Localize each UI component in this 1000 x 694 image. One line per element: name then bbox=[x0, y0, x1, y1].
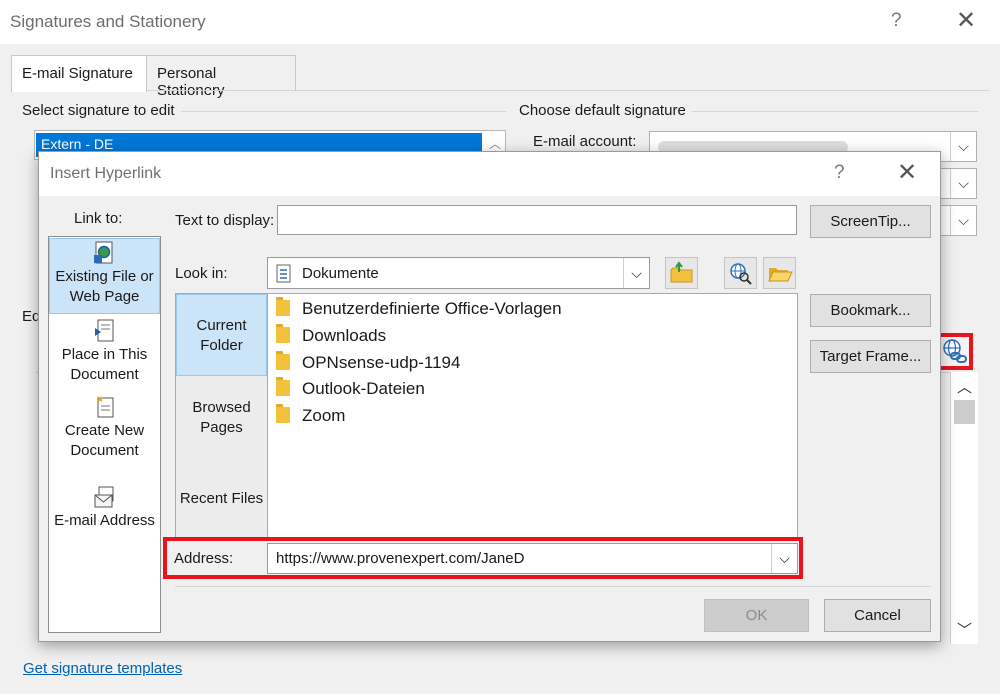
browse-side-panel: Current Folder Browsed Pages Recent File… bbox=[175, 293, 268, 540]
address-value: https://www.provenexpert.com/JaneD bbox=[276, 550, 525, 567]
chevron-down-icon[interactable]: ⌵ bbox=[771, 544, 797, 573]
file-name: Downloads bbox=[302, 326, 387, 345]
folder-icon bbox=[276, 351, 290, 370]
file-name: OPNsense-udp-1194 bbox=[302, 353, 461, 372]
link-to-create-line2: Document bbox=[70, 442, 139, 459]
dialog-help-icon[interactable]: ? bbox=[834, 162, 845, 184]
folder-up-icon bbox=[670, 261, 693, 283]
tabs-divider bbox=[11, 90, 989, 91]
screentip-button[interactable]: ScreenTip... bbox=[810, 205, 931, 238]
target-frame-button[interactable]: Target Frame... bbox=[810, 340, 931, 373]
text-to-display-label: Text to display: bbox=[175, 212, 275, 229]
dialog-close-icon[interactable]: ✕ bbox=[897, 158, 917, 187]
email-account-label: E-mail account: bbox=[533, 133, 637, 150]
look-in-label: Look in: bbox=[175, 265, 228, 282]
folder-icon bbox=[276, 324, 290, 343]
chevron-down-icon[interactable]: ⌵ bbox=[623, 258, 649, 288]
link-to-existing-line1: Existing File or bbox=[55, 268, 154, 285]
recent-files-line1: Recent Files bbox=[179, 490, 264, 507]
email-icon bbox=[94, 486, 113, 508]
cancel-button[interactable]: Cancel bbox=[824, 599, 931, 632]
current-folder-line1: Current bbox=[196, 317, 247, 334]
dialog-separator bbox=[175, 586, 931, 587]
get-signature-templates-link[interactable]: Get signature templates bbox=[23, 660, 182, 677]
select-signature-label: Select signature to edit bbox=[22, 102, 181, 119]
link-to-email-address[interactable]: E-mail Address bbox=[49, 483, 160, 543]
default-signature-label: Choose default signature bbox=[519, 102, 692, 119]
link-to-create-line1: Create New bbox=[64, 422, 145, 439]
insert-hyperlink-button[interactable] bbox=[936, 333, 973, 370]
bookmark-button[interactable]: Bookmark... bbox=[810, 294, 931, 327]
insert-hyperlink-dialog: Insert Hyperlink ? ✕ Link to: Existing F… bbox=[38, 151, 941, 642]
link-to-email-line1: E-mail Address bbox=[54, 512, 155, 529]
signatures-window-title: Signatures and Stationery bbox=[10, 12, 206, 31]
address-input[interactable]: https://www.provenexpert.com/JaneD ⌵ bbox=[267, 543, 798, 574]
scroll-up-icon[interactable]: ︿ bbox=[951, 376, 978, 397]
signatures-help-icon[interactable]: ? bbox=[891, 10, 902, 32]
document-place-icon bbox=[94, 319, 113, 342]
web-page-icon bbox=[93, 241, 112, 264]
current-folder-item[interactable]: Current Folder bbox=[176, 294, 267, 376]
dialog-titlebar: Insert Hyperlink ? ✕ bbox=[39, 152, 940, 196]
signatures-titlebar: Signatures and Stationery ? ✕ bbox=[0, 0, 1000, 44]
link-to-place-line2: Document bbox=[70, 366, 139, 383]
open-folder-icon bbox=[768, 268, 793, 282]
look-in-select[interactable]: Dokumente ⌵ bbox=[267, 257, 650, 289]
browsed-pages-line2: Pages bbox=[200, 419, 243, 436]
link-to-place-line1: Place in This bbox=[61, 346, 148, 363]
browse-file-button[interactable] bbox=[763, 257, 796, 289]
address-label: Address: bbox=[174, 550, 234, 567]
list-item[interactable]: Outlook-Dateien bbox=[276, 376, 425, 402]
new-document-icon bbox=[96, 396, 113, 418]
scroll-down-icon[interactable]: ﹀ bbox=[951, 619, 978, 640]
edit-area-scrollbar[interactable]: ︿ ﹀ bbox=[950, 372, 978, 644]
folder-icon bbox=[276, 297, 290, 316]
tab-email-signature[interactable]: E-mail Signature bbox=[11, 55, 147, 92]
file-list: Benutzerdefinierte Office-Vorlagen Downl… bbox=[267, 293, 798, 540]
list-item[interactable]: Downloads bbox=[276, 323, 386, 349]
browse-web-button[interactable] bbox=[724, 257, 757, 289]
browse-web-icon bbox=[730, 263, 752, 285]
dialog-title: Insert Hyperlink bbox=[50, 165, 162, 182]
ok-button[interactable]: OK bbox=[704, 599, 809, 632]
link-to-place-in-document[interactable]: Place in This Document bbox=[49, 317, 160, 391]
browsed-pages-line1: Browsed bbox=[192, 399, 251, 416]
list-item[interactable]: Benutzerdefinierte Office-Vorlagen bbox=[276, 296, 562, 322]
link-to-existing-file[interactable]: Existing File or Web Page bbox=[49, 238, 160, 314]
chevron-down-icon[interactable]: ⌵ bbox=[950, 132, 976, 161]
signatures-close-icon[interactable]: ✕ bbox=[956, 6, 976, 35]
recent-files-item[interactable]: Recent Files bbox=[176, 489, 267, 513]
list-item[interactable]: Zoom bbox=[276, 403, 345, 429]
folder-icon bbox=[276, 404, 290, 423]
file-name: Zoom bbox=[302, 406, 346, 425]
link-to-create-new-document[interactable]: Create New Document bbox=[49, 393, 160, 467]
chevron-up-icon[interactable]: ︿ bbox=[489, 135, 501, 152]
link-to-label: Link to: bbox=[74, 210, 123, 227]
globe-link-icon bbox=[943, 339, 967, 363]
link-to-panel: Existing File or Web Page Place in This … bbox=[48, 236, 161, 633]
list-item[interactable]: OPNsense-udp-1194 bbox=[276, 350, 460, 376]
text-to-display-input[interactable] bbox=[277, 205, 797, 235]
up-one-folder-button[interactable] bbox=[665, 257, 698, 289]
chevron-down-icon[interactable]: ⌵ bbox=[950, 169, 976, 198]
chevron-down-icon[interactable]: ⌵ bbox=[950, 206, 976, 235]
file-name: Outlook-Dateien bbox=[302, 379, 425, 398]
link-to-existing-line2: Web Page bbox=[69, 288, 140, 305]
folder-icon bbox=[276, 377, 290, 396]
file-name: Benutzerdefinierte Office-Vorlagen bbox=[302, 299, 562, 318]
documents-folder-icon bbox=[276, 264, 291, 283]
current-folder-line2: Folder bbox=[200, 337, 243, 354]
tab-personal-stationery[interactable]: Personal Stationery bbox=[146, 55, 296, 99]
browsed-pages-item[interactable]: Browsed Pages bbox=[176, 398, 267, 444]
look-in-value: Dokumente bbox=[302, 265, 379, 282]
scroll-thumb[interactable] bbox=[954, 400, 975, 424]
